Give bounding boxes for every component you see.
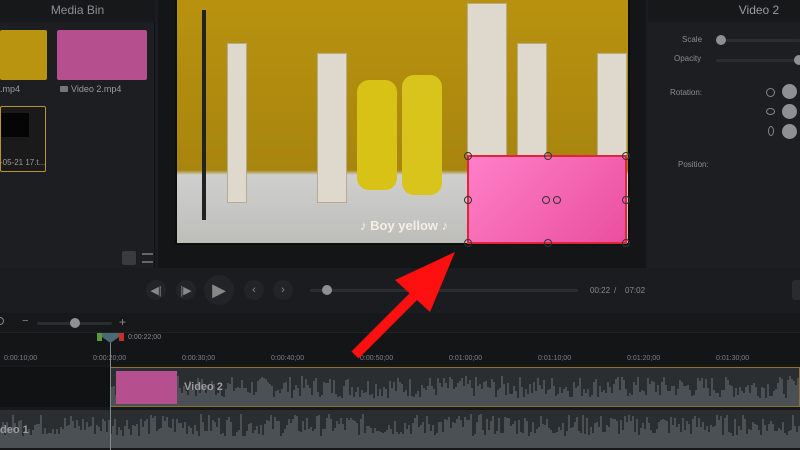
clip-thumbnail: [116, 371, 177, 404]
clip-label-video-1: deo 1: [0, 424, 29, 436]
clip-label-video-2: Video 2: [184, 381, 223, 393]
